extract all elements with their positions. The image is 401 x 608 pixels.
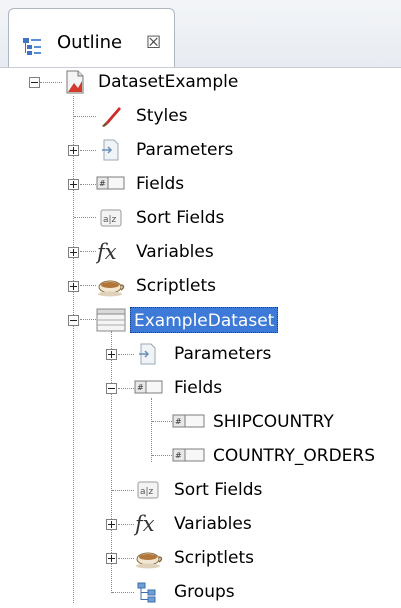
outline-tree[interactable]: DatasetExample Styles Parameters # Field… — [0, 68, 401, 603]
tree-item-dataset-parameters[interactable]: Parameters — [0, 340, 401, 370]
tree-item-label: Fields — [136, 174, 185, 194]
outline-tab[interactable]: Outline ☒ — [8, 8, 175, 68]
expand-toggle[interactable] — [106, 519, 117, 530]
parameters-icon — [102, 139, 119, 161]
scriptlets-icon — [136, 552, 163, 569]
tree-item-label: Variables — [136, 242, 214, 262]
tree-item-label: Parameters — [174, 344, 272, 364]
groups-icon — [137, 582, 156, 603]
svg-text:#: # — [137, 383, 144, 392]
tree-item-dataset-example[interactable]: DatasetExample — [0, 68, 401, 98]
tree-item-sort-fields[interactable]: a|z Sort Fields — [0, 204, 401, 234]
sort-fields-icon: a|z — [137, 481, 159, 499]
expand-toggle[interactable] — [68, 145, 79, 156]
tree-item-field-shipcountry[interactable]: # SHIPCOUNTRY — [0, 408, 401, 438]
expand-toggle[interactable] — [68, 247, 79, 258]
tree-item-label: SHIPCOUNTRY — [213, 412, 334, 432]
tree-item-fields[interactable]: # Fields — [0, 170, 401, 200]
tree-item-label: Parameters — [136, 140, 234, 160]
tree-item-parameters[interactable]: Parameters — [0, 136, 401, 166]
tree-item-dataset-sort-fields[interactable]: a|z Sort Fields — [0, 476, 401, 506]
variables-icon: fx — [134, 512, 155, 536]
dataset-icon — [96, 308, 126, 332]
report-icon — [66, 70, 84, 94]
tree-item-label: ExampleDataset — [130, 307, 279, 333]
field-icon: # — [172, 414, 205, 428]
tree-item-example-dataset[interactable]: ExampleDataset — [0, 306, 401, 336]
tree-item-label: Sort Fields — [174, 480, 263, 500]
expand-toggle[interactable] — [106, 349, 117, 360]
fields-icon: # — [96, 176, 125, 190]
tree-item-dataset-variables[interactable]: fx Variables — [0, 510, 401, 540]
svg-text:#: # — [175, 451, 182, 460]
collapse-toggle[interactable] — [29, 77, 40, 88]
tree-item-label: Fields — [174, 378, 223, 398]
tree-item-label: Scriptlets — [136, 276, 217, 296]
svg-text:#: # — [99, 179, 106, 188]
collapse-toggle[interactable] — [106, 383, 117, 394]
tree-item-scriptlets[interactable]: Scriptlets — [0, 272, 401, 302]
field-icon: # — [172, 448, 205, 462]
outline-view-icon — [23, 38, 41, 55]
tree-item-label: COUNTRY_ORDERS — [213, 446, 376, 466]
fields-icon: # — [134, 380, 163, 394]
tree-item-label: Sort Fields — [136, 208, 225, 228]
svg-text:fx: fx — [134, 512, 155, 536]
tree-item-label: Groups — [174, 582, 235, 602]
tree-item-label: Scriptlets — [174, 548, 255, 568]
tree-item-field-country-orders[interactable]: # COUNTRY_ORDERS — [0, 442, 401, 472]
collapse-toggle[interactable] — [68, 315, 79, 326]
parameters-icon — [139, 343, 156, 365]
tree-item-label: Variables — [174, 514, 252, 534]
tree-item-dataset-groups[interactable]: Groups — [0, 578, 401, 608]
sort-fields-icon: a|z — [100, 209, 122, 227]
tree-item-dataset-fields[interactable]: # Fields — [0, 374, 401, 404]
tree-item-label: DatasetExample — [98, 72, 239, 92]
scriptlets-icon — [98, 280, 125, 297]
svg-text:a|z: a|z — [140, 487, 154, 497]
svg-text:a|z: a|z — [103, 215, 117, 225]
tree-item-variables[interactable]: fx Variables — [0, 238, 401, 268]
tree-item-styles[interactable]: Styles — [0, 102, 401, 132]
tab-title: Outline — [57, 32, 123, 53]
view-tab-bar: Outline ☒ — [0, 0, 401, 68]
expand-toggle[interactable] — [106, 553, 117, 564]
styles-icon — [102, 107, 121, 127]
svg-text:#: # — [175, 417, 182, 426]
expand-toggle[interactable] — [68, 281, 79, 292]
svg-text:fx: fx — [96, 240, 117, 264]
tree-item-dataset-scriptlets[interactable]: Scriptlets — [0, 544, 401, 574]
variables-icon: fx — [96, 240, 117, 264]
expand-toggle[interactable] — [68, 179, 79, 190]
close-tab-icon[interactable]: ☒ — [146, 32, 161, 54]
tree-item-label: Styles — [136, 106, 188, 126]
